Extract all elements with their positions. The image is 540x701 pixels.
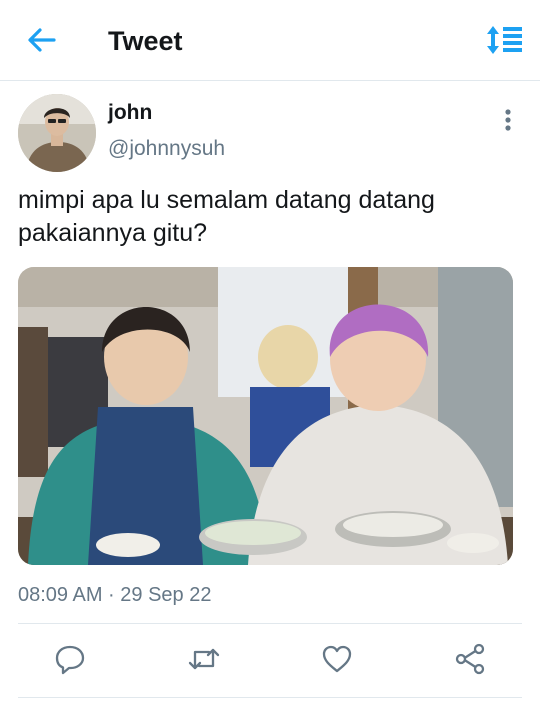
back-button[interactable] (24, 24, 60, 56)
tweet-photo[interactable] (18, 267, 513, 565)
author-display-name[interactable]: john (108, 100, 152, 126)
tweet-timestamp: 08:09 AM · 29 Sep 22 (18, 584, 212, 606)
share-button[interactable] (453, 642, 487, 676)
avatar[interactable] (18, 94, 96, 172)
retweet-button[interactable] (187, 642, 221, 676)
sort-icon (487, 26, 522, 54)
photo-illustration (18, 267, 513, 565)
arrow-left-icon (28, 28, 56, 52)
retweet-icon (188, 648, 220, 670)
like-button[interactable] (320, 642, 354, 676)
page-title: Tweet (108, 26, 183, 56)
more-vertical-icon (505, 109, 511, 131)
top-app-bar: Tweet (0, 0, 540, 81)
reply-button[interactable] (53, 642, 87, 676)
like-icon (322, 645, 352, 673)
sort-button[interactable] (484, 24, 524, 56)
avatar-image (18, 94, 96, 172)
divider (18, 697, 522, 698)
share-icon (455, 643, 485, 675)
divider (18, 623, 522, 624)
reply-icon (55, 645, 85, 675)
tweet-text: mimpi apa lu semalam datang datang pakai… (18, 186, 435, 247)
more-options-button[interactable] (498, 104, 518, 136)
author-handle[interactable]: @johnnysuh (108, 136, 225, 162)
